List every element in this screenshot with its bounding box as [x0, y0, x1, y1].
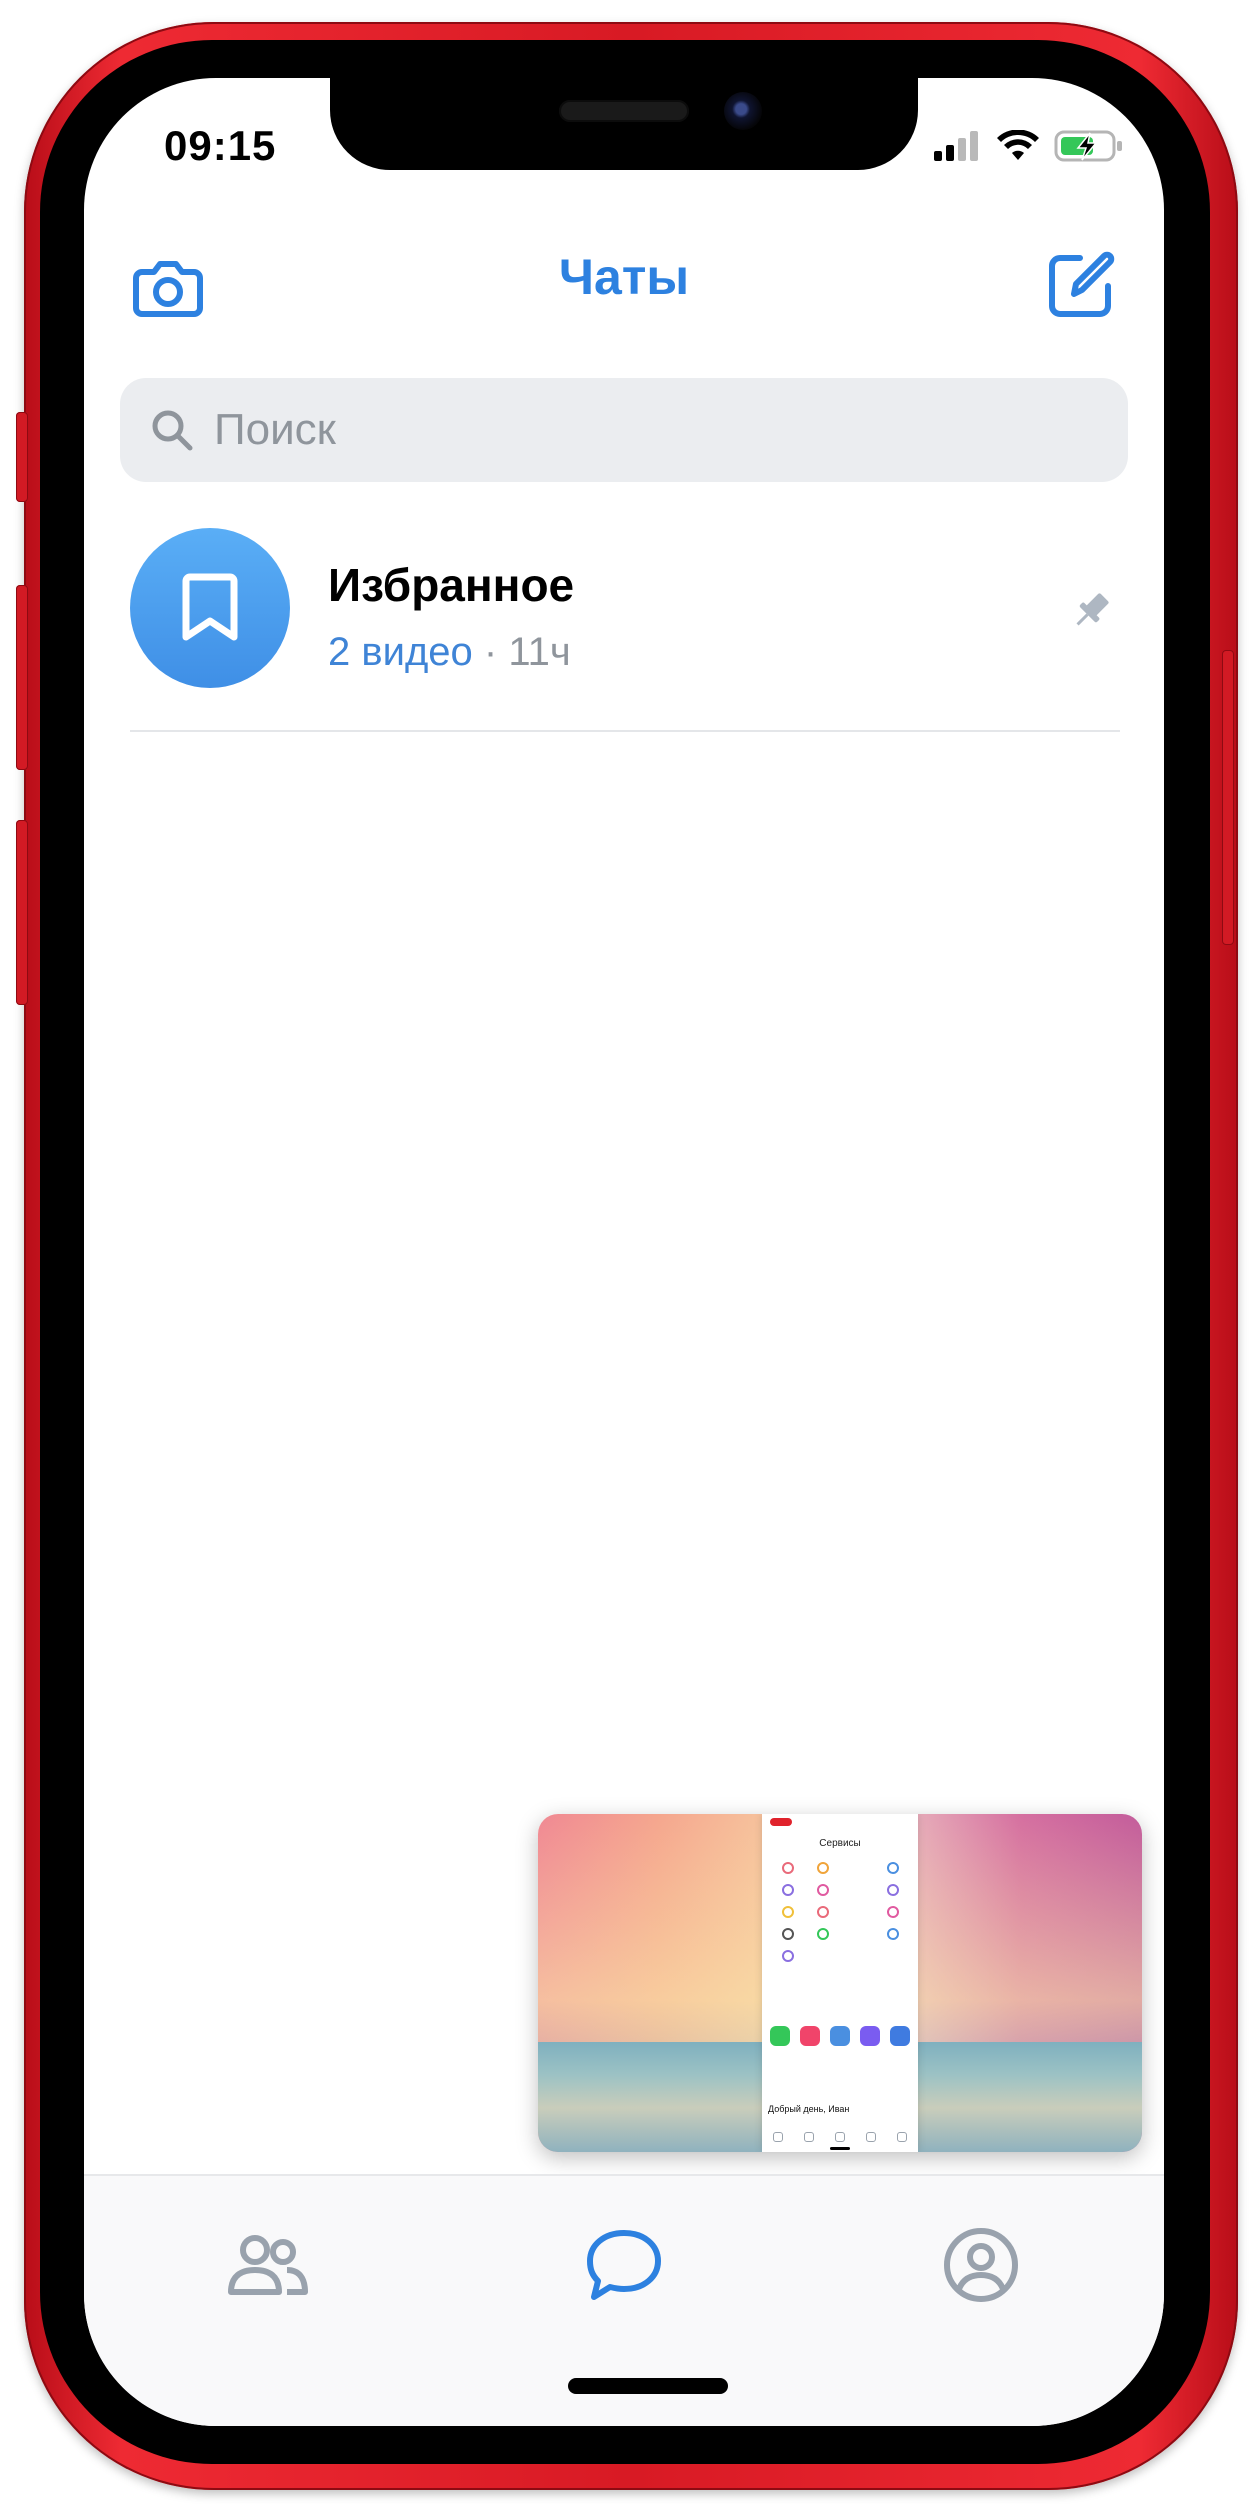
wifi-icon — [997, 130, 1039, 160]
tab-chats[interactable] — [579, 2220, 669, 2310]
chat-name: Избранное — [328, 559, 575, 611]
status-time: 09:15 — [164, 122, 277, 169]
pip-home-indicator — [830, 2147, 850, 2150]
chat-separator: · — [472, 630, 509, 674]
chats-icon — [587, 2230, 661, 2300]
search-icon — [152, 410, 193, 451]
cellular-signal-icon — [934, 131, 978, 161]
pip-greeting: Добрый день, Иван — [768, 2104, 850, 2114]
page-title: Чаты — [558, 249, 690, 305]
navigation-header: Чаты — [84, 228, 1164, 338]
pip-service-grid — [770, 1862, 910, 1962]
status-indicators — [934, 126, 1124, 166]
home-indicator — [568, 2378, 728, 2394]
front-camera — [724, 92, 762, 130]
pin-icon — [1076, 593, 1109, 626]
power-button — [1222, 650, 1234, 945]
profile-icon — [944, 2228, 1018, 2302]
mute-switch — [16, 412, 28, 502]
search-placeholder: Поиск — [214, 405, 336, 454]
bookmark-icon — [182, 573, 238, 641]
compose-icon — [1049, 251, 1115, 317]
chat-list-item[interactable]: Избранное 2 видео · 11ч — [84, 508, 1164, 722]
search-field[interactable]: Поиск — [120, 378, 1128, 482]
volume-down-button — [16, 820, 28, 1005]
pip-screen-title: Сервисы — [819, 1838, 861, 1849]
compose-button[interactable] — [1040, 246, 1120, 326]
app-screen: 09:15 Чаты Поиск Избранное 2 видео · 11ч… — [84, 78, 1164, 2426]
tab-profile[interactable] — [936, 2220, 1026, 2310]
chat-preview: 2 видео · 11ч — [328, 630, 571, 675]
pip-mini-tabbar — [762, 2126, 918, 2148]
battery-charging-icon — [1054, 130, 1122, 162]
pip-app-row — [770, 2026, 910, 2046]
pip-screen-recording: Сервисы Добрый день, Иван — [762, 1814, 918, 2152]
list-divider — [130, 730, 1120, 732]
chat-time: 11ч — [508, 630, 571, 674]
friends-icon — [228, 2235, 308, 2295]
tab-friends[interactable] — [222, 2220, 312, 2310]
volume-up-button — [16, 585, 28, 770]
chat-last-message: 2 видео — [328, 630, 473, 674]
earpiece-speaker — [559, 100, 689, 122]
picture-in-picture-video[interactable]: Сервисы Добрый день, Иван — [538, 1814, 1142, 2152]
notch — [330, 78, 918, 170]
device-frame: 09:15 Чаты Поиск Избранное 2 видео · 11ч… — [0, 0, 1250, 2504]
avatar — [130, 528, 290, 688]
